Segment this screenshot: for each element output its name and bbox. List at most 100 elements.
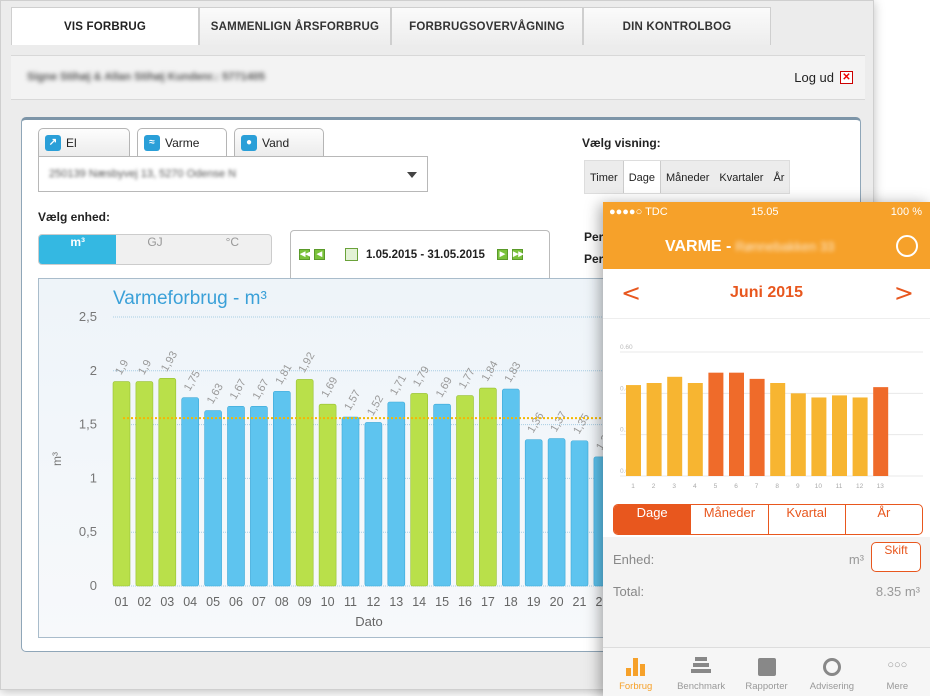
unit-option-gj[interactable]: GJ bbox=[116, 235, 193, 264]
data-label: 1,57 bbox=[342, 388, 363, 413]
x-tick-label: 17 bbox=[481, 595, 495, 609]
tab-vis-forbrug[interactable]: VIS FORBRUG bbox=[11, 7, 199, 45]
phone-chart-bar bbox=[646, 383, 662, 476]
mode-kvartal[interactable]: Kvartal bbox=[767, 505, 845, 534]
clock: 15.05 bbox=[751, 206, 779, 218]
y-tick-label: 0,5 bbox=[79, 524, 97, 539]
nav-advisering-label: Advisering bbox=[809, 681, 855, 692]
user-name: Signe Stihøj & Allan Stihøj Kundenr.: 57… bbox=[27, 71, 265, 83]
logout-button[interactable]: Log ud ✕ bbox=[794, 70, 853, 85]
unit-row-label: Enhed: bbox=[613, 552, 655, 567]
data-label: 1,37 bbox=[548, 410, 569, 435]
switch-unit-button[interactable]: Skift bbox=[871, 542, 921, 572]
chart-bar bbox=[524, 439, 543, 587]
view-option-dage[interactable]: Dage bbox=[622, 161, 661, 193]
y-axis-label: m³ bbox=[50, 452, 64, 466]
y-tick-label: 1 bbox=[90, 470, 97, 485]
x-tick-label: 03 bbox=[160, 595, 174, 609]
chevron-down-icon bbox=[407, 172, 417, 178]
phone-chart-bar bbox=[852, 397, 868, 476]
x-tick-label: 12 bbox=[366, 595, 380, 609]
tab-el-label: El bbox=[66, 135, 77, 150]
next-month-button[interactable]: > bbox=[894, 279, 914, 307]
x-tick-label: 08 bbox=[275, 595, 289, 609]
close-icon: ✕ bbox=[840, 71, 853, 84]
data-label: 1,52 bbox=[365, 393, 386, 418]
chart-bar bbox=[547, 438, 566, 587]
chart-bar bbox=[181, 397, 199, 587]
tab-varme-label: Varme bbox=[165, 135, 200, 150]
bottom-nav: Forbrug Benchmark Rapporter Advisering ○… bbox=[603, 647, 930, 696]
view-option-kvartaler[interactable]: Kvartaler bbox=[714, 161, 768, 193]
x-axis-label: Dato bbox=[355, 614, 382, 629]
month-label: Juni 2015 bbox=[730, 284, 803, 301]
tab-vand[interactable]: ● Vand bbox=[234, 128, 324, 156]
view-option-timer[interactable]: Timer bbox=[585, 161, 623, 193]
prev-period-icon[interactable]: ◀ bbox=[314, 249, 325, 260]
tab-sammenlign[interactable]: SAMMENLIGN ÅRSFORBRUG bbox=[199, 7, 391, 45]
mode-dage[interactable]: Dage bbox=[614, 505, 691, 534]
view-option-maaneder[interactable]: Måneder bbox=[661, 161, 714, 193]
view-label: Vælg visning: bbox=[582, 136, 661, 150]
nav-advisering[interactable]: Advisering bbox=[799, 648, 864, 696]
nav-mere[interactable]: ○○○ Mere bbox=[865, 648, 930, 696]
x-tick-label: 11 bbox=[344, 595, 357, 609]
battery: 100 % bbox=[890, 206, 922, 218]
phone-chart-bar bbox=[687, 383, 703, 476]
data-label: 1,81 bbox=[274, 362, 295, 387]
data-label: 1,75 bbox=[182, 369, 203, 394]
chart-title: Varmeforbrug - m³ bbox=[113, 288, 267, 309]
data-label: 1,71 bbox=[388, 373, 409, 398]
data-label: 1,79 bbox=[411, 364, 432, 389]
mobile-app: ●●●●○ TDC 15.05 100 % VARME - Rønnebakken… bbox=[603, 202, 930, 696]
tab-varme[interactable]: ≈ Varme bbox=[137, 128, 227, 156]
x-tick-label: 13 bbox=[389, 595, 403, 609]
period-label-1: Per bbox=[584, 230, 604, 244]
chart-bar bbox=[227, 406, 245, 587]
nav-rapporter[interactable]: Rapporter bbox=[734, 648, 799, 696]
mobile-chart-svg: 0.000.200.400.6012345678910111213 bbox=[620, 344, 923, 490]
gauge-icon[interactable] bbox=[896, 235, 918, 257]
x-tick-label: 19 bbox=[527, 595, 541, 609]
consumption-chart: Varmeforbrug - m³ 0 0,5 1 1,5 2 2,5 m³ 1,9 01 1,9 0… bbox=[38, 278, 639, 638]
phone-x-tick-label: 1 bbox=[631, 483, 635, 490]
x-tick-label: 10 bbox=[321, 595, 335, 609]
calendar-icon[interactable] bbox=[345, 248, 358, 261]
phone-x-tick-label: 11 bbox=[836, 483, 843, 490]
lightning-icon: ↗ bbox=[45, 134, 61, 151]
logout-label: Log ud bbox=[794, 70, 834, 85]
total-row-label: Total: bbox=[613, 584, 645, 599]
unit-option-celsius[interactable]: °C bbox=[194, 235, 271, 264]
mode-aar[interactable]: År bbox=[844, 505, 922, 534]
phone-chart-bar bbox=[626, 385, 641, 476]
chart-bar bbox=[433, 403, 451, 587]
nav-benchmark[interactable]: Benchmark bbox=[668, 648, 733, 696]
app-title-address: Rønnebakken 33 bbox=[735, 239, 835, 254]
tab-forbrugsovervagning[interactable]: FORBRUGSOVERVÅGNING bbox=[391, 7, 583, 45]
nav-forbrug[interactable]: Forbrug bbox=[603, 648, 668, 696]
x-tick-label: 20 bbox=[550, 595, 564, 609]
address-select[interactable]: 250139 Næsbyvej 13, 5270 Odense N bbox=[38, 156, 428, 192]
x-tick-label: 14 bbox=[412, 595, 426, 609]
view-option-aar[interactable]: År bbox=[768, 161, 789, 193]
unit-row-value: m³ bbox=[848, 552, 864, 567]
phone-chart-bar bbox=[832, 395, 847, 476]
phone-chart-bar bbox=[708, 372, 724, 476]
benchmark-icon bbox=[668, 654, 733, 676]
mode-maaneder[interactable]: Måneder bbox=[690, 505, 767, 534]
phone-x-tick-label: 5 bbox=[714, 483, 718, 490]
next-period-icon[interactable]: ▶ bbox=[496, 249, 508, 260]
chart-bar bbox=[341, 416, 360, 587]
unit-option-m3[interactable]: m³ bbox=[39, 235, 117, 264]
first-period-icon[interactable]: ◀◀ bbox=[299, 249, 311, 260]
tab-kontrolbog[interactable]: DIN KONTROLBOG bbox=[583, 7, 771, 45]
chart-bar bbox=[273, 390, 291, 587]
phone-x-tick-label: 12 bbox=[856, 483, 864, 490]
chart-bar bbox=[456, 395, 474, 587]
phone-x-tick-label: 4 bbox=[693, 483, 697, 490]
y-tick-label: 2 bbox=[90, 363, 97, 378]
top-tabs: VIS FORBRUG SAMMENLIGN ÅRSFORBRUG FORBRU… bbox=[11, 7, 771, 45]
tab-el[interactable]: ↗ El bbox=[38, 128, 130, 156]
last-period-icon[interactable]: ▶▶ bbox=[511, 249, 524, 260]
phone-x-tick-label: 7 bbox=[755, 483, 759, 490]
